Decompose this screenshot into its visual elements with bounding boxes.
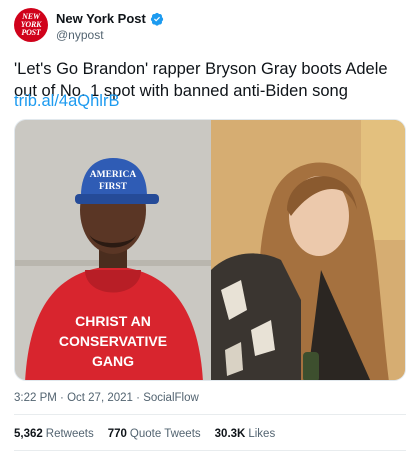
quotes-count: 770: [107, 428, 127, 440]
tweet-header: NEW YORK POST New York Post @nypost: [14, 8, 164, 48]
tweet-link[interactable]: trib.al/4aQhlrB: [14, 92, 119, 111]
hat-text-line2: FIRST: [99, 182, 128, 192]
retweets-count: 5,362: [14, 428, 43, 440]
account-names: New York Post @nypost: [56, 11, 164, 42]
account-handle[interactable]: @nypost: [56, 28, 164, 42]
man-photo-illustration: AMERICA FIRST CHRIST AN CONSERVATIVE GAN…: [15, 120, 211, 380]
tweet-stats: 5,362 Retweets 770 Quote Tweets 30.3K Likes: [14, 428, 289, 440]
media-image-left[interactable]: AMERICA FIRST CHRIST AN CONSERVATIVE GAN…: [15, 120, 211, 380]
display-name[interactable]: New York Post: [56, 11, 146, 26]
retweets-label: Retweets: [45, 428, 94, 440]
verified-badge-icon: [150, 12, 163, 26]
tweet-date[interactable]: Oct 27, 2021: [67, 392, 133, 404]
tweet-media[interactable]: AMERICA FIRST CHRIST AN CONSERVATIVE GAN…: [14, 119, 406, 381]
avatar-text-line3: POST: [21, 28, 41, 37]
quotes-label: Quote Tweets: [129, 428, 201, 440]
hat-text-line1: AMERICA: [90, 170, 137, 180]
tweet-card: NEW YORK POST New York Post @nypost 'Let…: [0, 0, 418, 456]
likes-stat[interactable]: 30.3K Likes: [215, 428, 276, 440]
retweets-stat[interactable]: 5,362 Retweets: [14, 428, 94, 440]
shirt-text-line2: CONSERVATIVE: [59, 333, 167, 349]
divider: [14, 414, 406, 415]
woman-photo-illustration: [211, 120, 405, 380]
shirt-text-line3: GANG: [92, 353, 134, 369]
tweet-time[interactable]: 3:22 PM: [14, 392, 57, 404]
media-image-right[interactable]: [211, 120, 405, 380]
meta-separator-1: ·: [60, 392, 64, 404]
shirt-text-line1: CHRIST AN: [75, 313, 151, 329]
divider-bottom: [14, 450, 406, 451]
tweet-meta: 3:22 PM · Oct 27, 2021 · SocialFlow: [14, 392, 199, 404]
tweet-source[interactable]: SocialFlow: [143, 392, 199, 404]
avatar[interactable]: NEW YORK POST: [14, 8, 48, 42]
likes-label: Likes: [248, 428, 276, 440]
meta-separator-2: ·: [136, 392, 140, 404]
quotes-stat[interactable]: 770 Quote Tweets: [108, 428, 201, 440]
likes-count: 30.3K: [214, 428, 246, 440]
